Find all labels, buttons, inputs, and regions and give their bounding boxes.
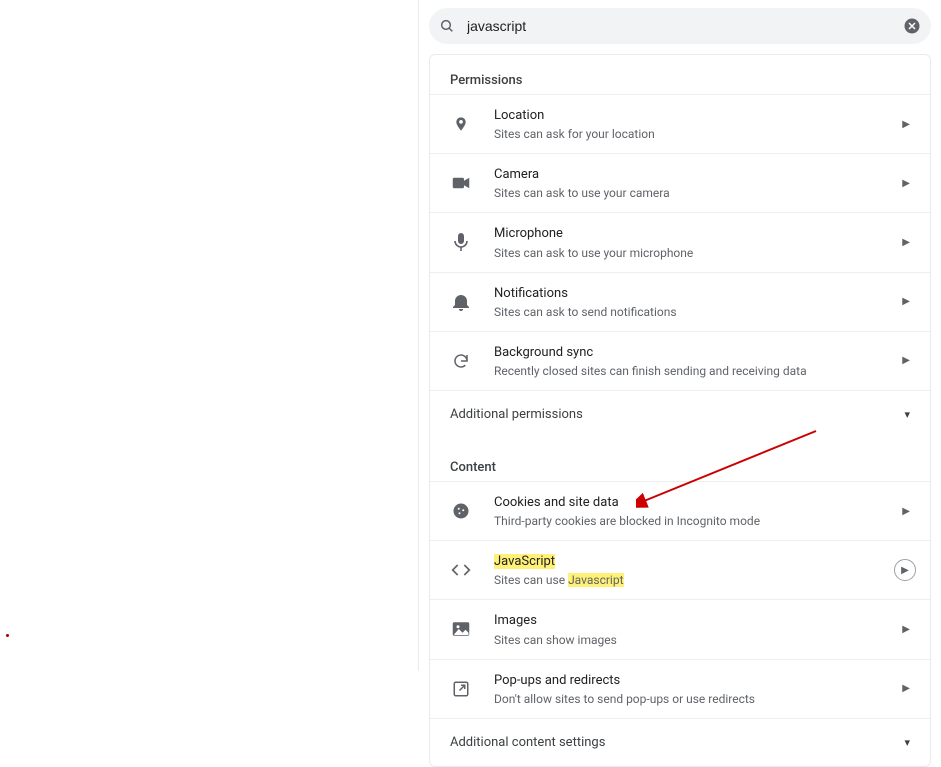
highlight: Javascript	[568, 573, 623, 587]
row-title: Location	[494, 107, 902, 125]
expander-label: Additional permissions	[450, 407, 583, 422]
row-javascript[interactable]: JavaScript Sites can use Javascript ▶	[430, 540, 930, 599]
chevron-right-icon: ▶	[902, 355, 910, 366]
chevron-down-icon: ▾	[904, 408, 910, 421]
row-sub: Sites can ask to send notifications	[494, 305, 902, 319]
location-icon	[450, 113, 472, 135]
highlight: JavaScript	[494, 554, 555, 569]
row-cookies[interactable]: Cookies and site data Third-party cookie…	[430, 481, 930, 540]
row-title: Camera	[494, 166, 902, 184]
row-title: Cookies and site data	[494, 494, 902, 512]
camera-icon	[450, 172, 472, 194]
row-popups[interactable]: Pop-ups and redirects Don't allow sites …	[430, 659, 930, 718]
row-title: Notifications	[494, 285, 902, 303]
row-sub: Sites can show images	[494, 633, 902, 647]
row-sub: Sites can ask to use your microphone	[494, 246, 902, 260]
search-icon	[439, 18, 455, 34]
row-microphone[interactable]: Microphone Sites can ask to use your mic…	[430, 212, 930, 271]
image-icon	[450, 618, 472, 640]
search-bar[interactable]	[429, 8, 931, 44]
row-title: Images	[494, 612, 902, 630]
code-icon	[450, 559, 472, 581]
chevron-right-icon: ▶	[902, 119, 910, 130]
expander-label: Additional content settings	[450, 735, 605, 750]
row-title: Pop-ups and redirects	[494, 672, 902, 690]
search-input[interactable]	[467, 18, 903, 34]
clear-search-icon[interactable]	[903, 17, 921, 35]
row-sub: Don't allow sites to send pop-ups or use…	[494, 692, 902, 706]
row-sub: Third-party cookies are blocked in Incog…	[494, 514, 902, 528]
row-sub: Recently closed sites can finish sending…	[494, 364, 902, 378]
row-location[interactable]: Location Sites can ask for your location…	[430, 94, 930, 153]
microphone-icon	[450, 231, 472, 253]
chevron-right-circled-icon: ▶	[894, 559, 916, 581]
content-heading: Content	[430, 438, 930, 481]
permissions-heading: Permissions	[430, 73, 930, 94]
chevron-right-icon: ▶	[902, 506, 910, 517]
sync-icon	[450, 350, 472, 372]
chevron-right-icon: ▶	[902, 237, 910, 248]
row-images[interactable]: Images Sites can show images ▶	[430, 599, 930, 658]
additional-content-settings[interactable]: Additional content settings ▾	[430, 718, 930, 766]
row-background-sync[interactable]: Background sync Recently closed sites ca…	[430, 331, 930, 390]
cookie-icon	[450, 500, 472, 522]
row-title: JavaScript	[494, 553, 910, 571]
chevron-right-icon: ▶	[902, 178, 910, 189]
chevron-right-icon: ▶	[902, 624, 910, 635]
chevron-down-icon: ▾	[904, 736, 910, 749]
row-title: Background sync	[494, 344, 902, 362]
chevron-right-icon: ▶	[902, 296, 910, 307]
row-sub: Sites can ask for your location	[494, 127, 902, 141]
popup-icon	[450, 678, 472, 700]
row-notifications[interactable]: Notifications Sites can ask to send noti…	[430, 272, 930, 331]
row-sub: Sites can use Javascript	[494, 573, 910, 587]
site-settings-card: Permissions Location Sites can ask for y…	[429, 54, 931, 767]
row-sub: Sites can ask to use your camera	[494, 186, 902, 200]
settings-panel: Permissions Location Sites can ask for y…	[418, 0, 941, 671]
chevron-right-icon: ▶	[902, 683, 910, 694]
row-camera[interactable]: Camera Sites can ask to use your camera …	[430, 153, 930, 212]
annotation-dot	[6, 634, 9, 637]
additional-permissions[interactable]: Additional permissions ▾	[430, 390, 930, 438]
bell-icon	[450, 291, 472, 313]
row-title: Microphone	[494, 225, 902, 243]
